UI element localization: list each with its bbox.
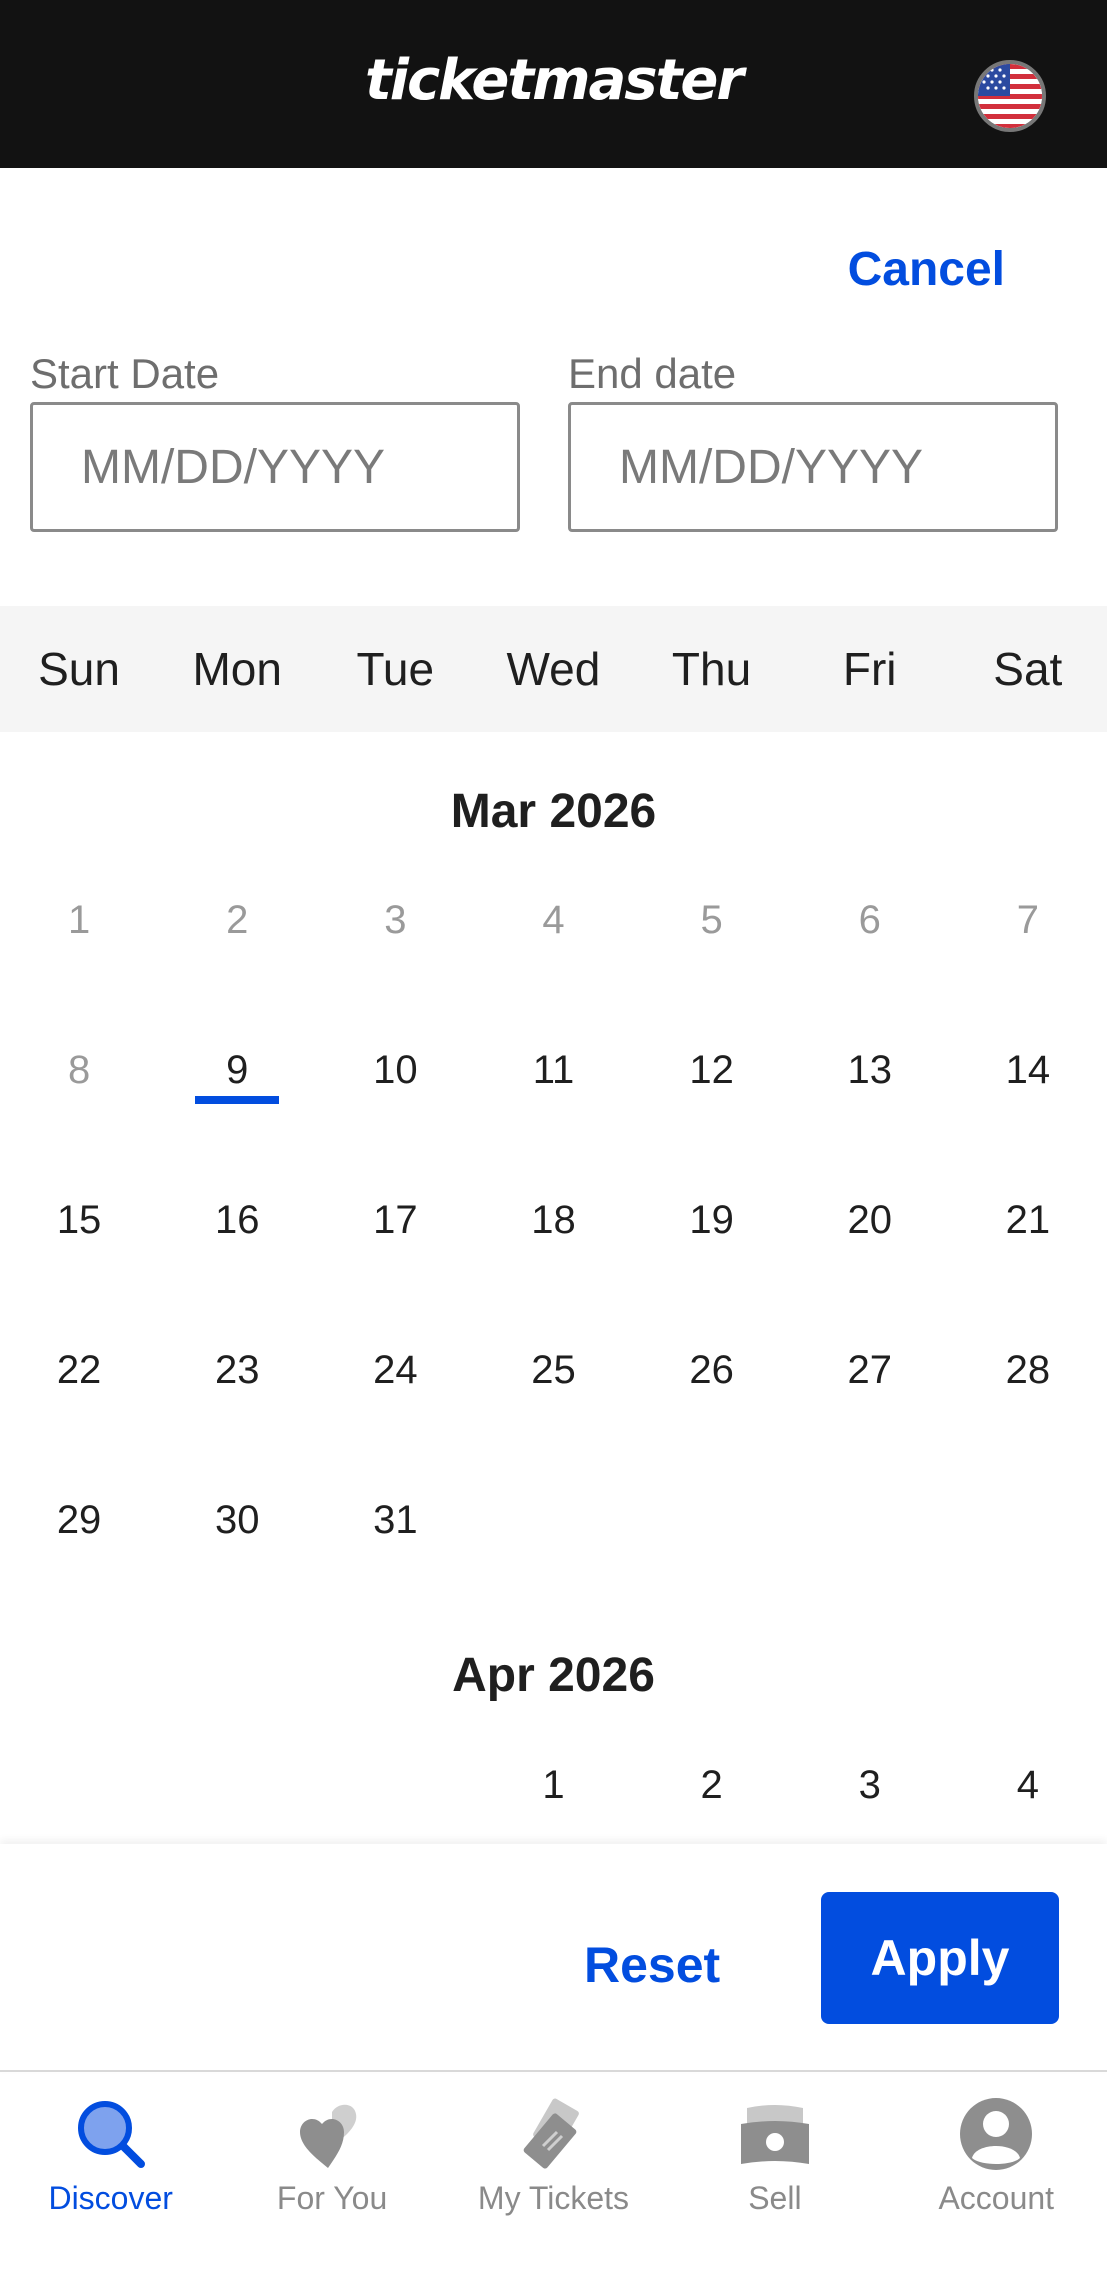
calendar-day[interactable]: 26 [633, 1340, 791, 1400]
calendar-day[interactable]: 21 [949, 1190, 1107, 1250]
calendar-day[interactable]: 25 [474, 1340, 632, 1400]
calendar-day: 1 [67, 898, 91, 942]
calendar-day[interactable]: 9 [158, 1040, 316, 1100]
calendar-day[interactable]: 1 [474, 1755, 632, 1815]
weekday-tue: Tue [356, 643, 435, 695]
calendar-day[interactable]: 30 [158, 1490, 316, 1550]
calendar-day: 4 [542, 898, 565, 942]
ticketmaster-logo[interactable]: ticketmaster [0, 48, 1107, 113]
tab-label-sell: Sell [748, 2180, 802, 2216]
tab-label-for-you: For You [276, 2180, 388, 2216]
month-title-mar: Mar 2026 [450, 785, 657, 838]
tab-label-my-tickets: My Tickets [477, 2180, 630, 2216]
tab-discover[interactable]: Discover [0, 2074, 221, 2272]
calendar-day[interactable]: 3 [791, 1755, 949, 1815]
calendar-day[interactable]: 13 [791, 1040, 949, 1100]
tab-my-tickets[interactable]: My Tickets [443, 2074, 664, 2272]
calendar-day[interactable]: 18 [474, 1190, 632, 1250]
calendar-day[interactable]: 28 [949, 1340, 1107, 1400]
calendar-day: 3 [384, 898, 407, 942]
apply-button[interactable]: Apply [821, 1892, 1059, 2024]
calendar-day: 5 [700, 898, 723, 942]
tab-label-discover: Discover [48, 2180, 173, 2216]
calendar-day[interactable]: 14 [949, 1040, 1107, 1100]
calendar-day[interactable]: 27 [791, 1340, 949, 1400]
weekday-sun: Sun [38, 643, 120, 695]
start-date-input[interactable] [30, 402, 520, 532]
calendar-day[interactable]: 19 [633, 1190, 791, 1250]
weekday-wed: Wed [506, 643, 601, 695]
calendar-day[interactable]: 31 [316, 1490, 474, 1550]
tickets-icon [524, 2098, 580, 2169]
calendar-day[interactable]: 20 [791, 1190, 949, 1250]
calendar-day[interactable]: 2 [633, 1755, 791, 1815]
calendar-day[interactable]: 12 [633, 1040, 791, 1100]
calendar-day[interactable]: 11 [474, 1040, 632, 1100]
weekday-header: Sun Mon Tue Wed Thu Fri Sat [0, 606, 1107, 732]
account-icon [960, 2098, 1033, 2170]
calendar-day[interactable]: 23 [158, 1340, 316, 1400]
weekday-thu: Thu [671, 643, 752, 695]
calendar-day[interactable]: 17 [316, 1190, 474, 1250]
hearts-icon [300, 2104, 357, 2168]
search-icon [77, 2101, 145, 2168]
calendar-day: 7 [1016, 898, 1040, 942]
calendar-day[interactable]: 24 [316, 1340, 474, 1400]
weekday-fri: Fri [842, 643, 897, 695]
cash-icon [740, 2105, 809, 2164]
calendar-day[interactable]: 15 [0, 1190, 158, 1250]
cancel-button[interactable]: Cancel [848, 242, 1005, 297]
tab-for-you[interactable]: For You [221, 2074, 442, 2272]
calendar-day: 8 [67, 1048, 91, 1092]
end-date-input[interactable] [568, 402, 1058, 532]
tab-label-account: Account [938, 2180, 1055, 2216]
app-header: ticketmaster [0, 0, 1107, 168]
calendar-day[interactable]: 16 [158, 1190, 316, 1250]
calendar-day[interactable]: 22 [0, 1340, 158, 1400]
start-date-label: Start Date [30, 350, 220, 397]
weekday-sat: Sat [993, 643, 1063, 695]
us-flag-icon[interactable] [974, 60, 1046, 132]
calendar-day[interactable]: 10 [316, 1040, 474, 1100]
calendar-day[interactable]: 4 [949, 1755, 1107, 1815]
tab-sell[interactable]: Sell [664, 2074, 885, 2272]
reset-button[interactable]: Reset [584, 1936, 720, 1994]
month-title-apr: Apr 2026 [452, 1649, 655, 1702]
calendar-day[interactable]: 29 [0, 1490, 158, 1550]
today-indicator [195, 1096, 280, 1104]
weekday-mon: Mon [192, 643, 282, 695]
end-date-label: End date [568, 350, 737, 397]
picker-footer: Reset Apply [0, 1844, 1107, 2072]
tab-account[interactable]: Account [886, 2074, 1107, 2272]
calendar-day: 6 [858, 898, 881, 942]
calendar-day: 2 [226, 898, 249, 942]
bottom-tab-bar: Discover For You My Tickets Sell Account [0, 2074, 1107, 2272]
